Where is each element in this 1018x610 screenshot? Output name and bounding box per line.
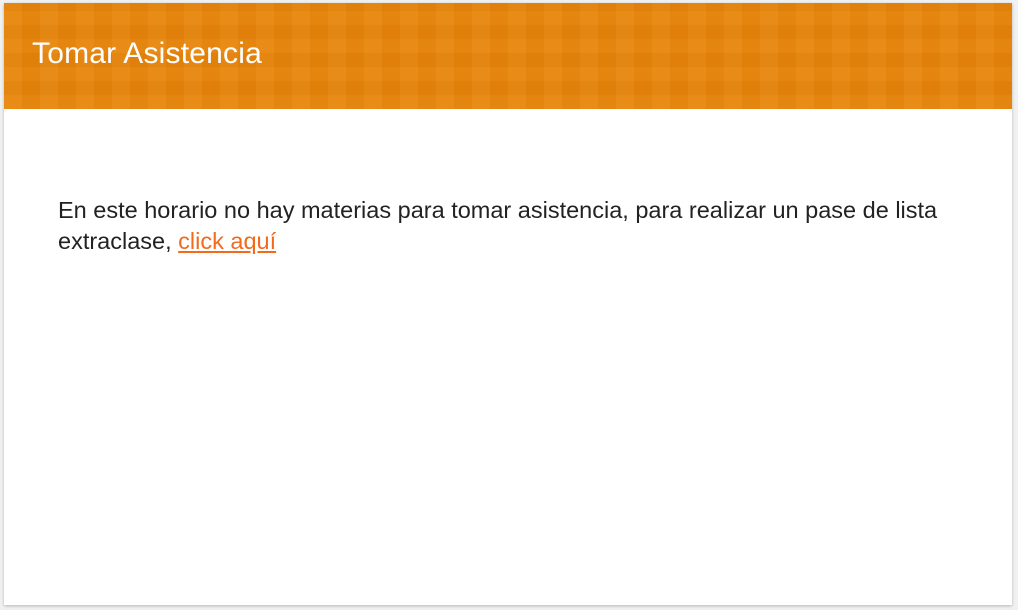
no-subjects-message: En este horario no hay materias para tom… bbox=[58, 195, 970, 257]
card-title: Tomar Asistencia bbox=[32, 36, 262, 70]
attendance-card: Tomar Asistencia En este horario no hay … bbox=[4, 3, 1012, 605]
card-header: Tomar Asistencia bbox=[4, 3, 1012, 109]
card-body: En este horario no hay materias para tom… bbox=[4, 109, 1012, 257]
extraclass-attendance-link[interactable]: click aquí bbox=[178, 228, 276, 254]
